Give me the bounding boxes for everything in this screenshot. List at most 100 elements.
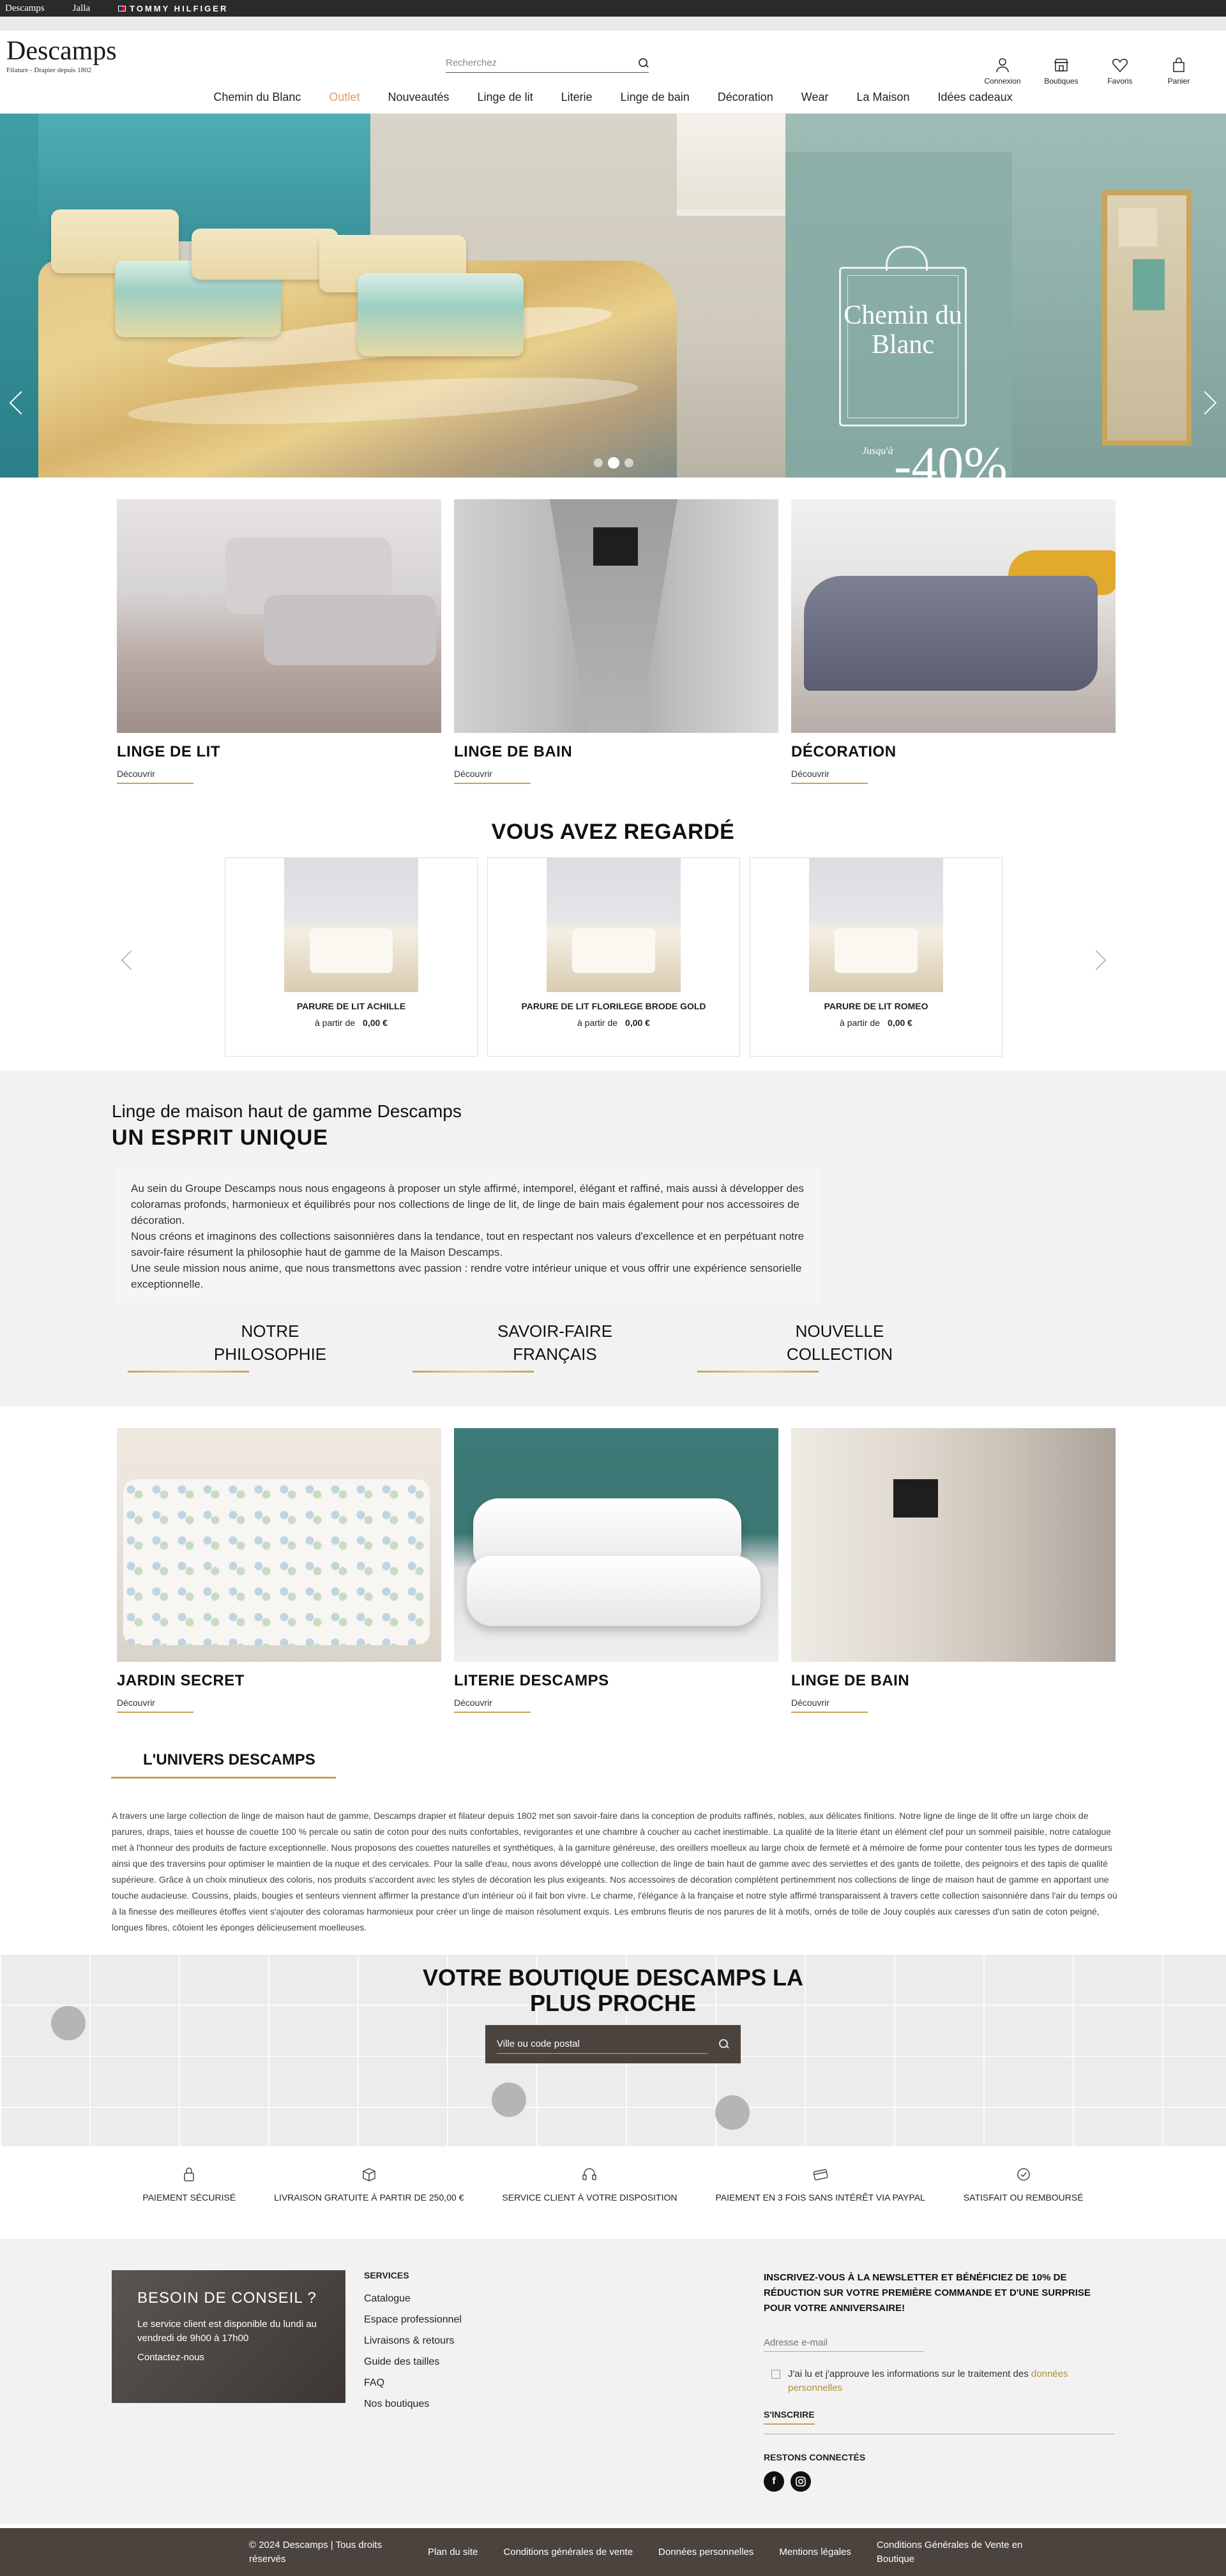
nav-decoration[interactable]: Décoration [704,91,787,104]
recently-viewed-title: VOUS AVEZ REGARDÉ [491,820,735,844]
category-card-linge-de-bain[interactable]: LINGE DE BAIN Découvrir [454,499,778,784]
price-value: 0,00 € [888,1018,912,1028]
social-links: f [764,2471,1115,2492]
sitemap-link[interactable]: Plan du site [428,2545,478,2559]
hero-pagination [594,457,633,469]
discover-link[interactable]: Découvrir [791,1698,868,1713]
nav-outlet[interactable]: Outlet [315,91,374,104]
footer-link-faq[interactable]: FAQ [364,2372,462,2393]
category-image[interactable] [117,499,441,733]
store-cgv-link[interactable]: Conditions Générales de Vente en Boutiqu… [877,2538,1030,2566]
discover-link[interactable]: Découvrir [454,1698,531,1713]
univers-text: A travers une large collection de linge … [112,1811,1117,1932]
footer-link-livraisons[interactable]: Livraisons & retours [364,2330,462,2351]
discover-link[interactable]: Découvrir [117,1698,193,1713]
privacy-link[interactable]: Données personnelles [658,2545,753,2559]
price-prefix: à partir de [315,1018,356,1028]
search-icon[interactable] [639,57,649,68]
product-name[interactable]: PARURE DE LIT ROMEO [750,1001,1002,1011]
category-image[interactable] [791,499,1116,733]
nav-idees-cadeaux[interactable]: Idées cadeaux [924,91,1027,104]
discover-link[interactable]: Découvrir [791,769,868,784]
legal-notice-link[interactable]: Mentions légales [779,2545,851,2559]
favoris-button[interactable]: Favoris [1098,56,1142,86]
advice-text: Le service client est disponible du lund… [137,2319,317,2344]
footer-link-guide-tailles[interactable]: Guide des tailles [364,2351,462,2372]
philosophy-link[interactable]: NOTRE PHILOSOPHIE [128,1320,412,1373]
discover-link[interactable]: Découvrir [117,769,193,784]
search-input[interactable] [446,57,612,68]
logo[interactable]: Descamps Filature - Drapier depuis 1802 [6,37,117,74]
boutiques-button[interactable]: Boutiques [1040,56,1083,86]
instagram-icon[interactable] [791,2471,811,2492]
product-image[interactable] [809,858,943,992]
panier-label: Panier [1167,77,1190,86]
product-card[interactable]: PARURE DE LIT ACHILLE à partir de 0,00 € [225,857,478,1057]
product-name[interactable]: PARURE DE LIT FLORILEGE BRODE GOLD [488,1001,739,1011]
store-search-input[interactable] [497,2035,708,2054]
carousel-next-icon[interactable] [1086,950,1107,970]
brand-link-jalla[interactable]: Jalla [73,3,91,14]
carousel-prev-icon[interactable] [121,950,141,970]
footer-link-espace-pro[interactable]: Espace professionnel [364,2309,462,2330]
savoir-faire-link[interactable]: SAVOIR-FAIRE FRANÇAIS [412,1320,697,1373]
nav-linge-de-bain[interactable]: Linge de bain [607,91,704,104]
collection-image[interactable] [117,1428,441,1662]
facebook-icon[interactable]: f [764,2471,784,2492]
connexion-label: Connexion [984,77,1021,86]
slide-dot-active[interactable] [608,457,619,469]
store-icon [1054,59,1069,72]
category-card-decoration[interactable]: DÉCORATION Découvrir [791,499,1116,784]
services-title: SERVICES [364,2270,409,2280]
product-card[interactable]: PARURE DE LIT FLORILEGE BRODE GOLD à par… [487,857,740,1057]
nav-la-maison[interactable]: La Maison [842,91,923,104]
collection-card-literie[interactable]: LITERIE DESCAMPS Découvrir [454,1428,778,1713]
collection-card-jardin-secret[interactable]: JARDIN SECRET Découvrir [117,1428,441,1713]
brand-story-links: NOTRE PHILOSOPHIE SAVOIR-FAIRE FRANÇAIS … [128,1320,982,1373]
reassurance-label: SERVICE CLIENT À VOTRE DISPOSITION [502,2192,677,2203]
slide-dot[interactable] [594,458,603,467]
main-nav: Chemin du Blanc Outlet Nouveautés Linge … [0,82,1226,114]
slide-dot[interactable] [624,458,633,467]
nav-nouveautes[interactable]: Nouveautés [374,91,463,104]
link-underline [697,1371,819,1373]
contact-link[interactable]: Contactez-nous [137,2352,320,2363]
footer-link-boutiques[interactable]: Nos boutiques [364,2393,462,2414]
category-image[interactable] [454,499,778,733]
product-name[interactable]: PARURE DE LIT ACHILLE [225,1001,477,1011]
nav-wear[interactable]: Wear [787,91,843,104]
services-column: SERVICES Catalogue Espace professionnel … [364,2270,462,2414]
panier-button[interactable]: Panier [1157,56,1200,86]
subscribe-button[interactable]: S'INSCRIRE [764,2409,815,2425]
consent-row: J'ai lu et j'approuve les informations s… [764,2367,1115,2395]
reassurance-item: SERVICE CLIENT À VOTRE DISPOSITION [483,2165,696,2239]
brand-link-descamps[interactable]: Descamps [5,3,45,14]
collection-image[interactable] [791,1428,1116,1662]
category-title: LINGE DE BAIN [454,743,573,760]
promo-prefix: Jusqu'à [862,446,893,456]
brand-link-tommy-hilfiger[interactable]: TOMMY HILFIGER [118,4,228,13]
product-image[interactable] [284,858,418,992]
collection-card-linge-de-bain[interactable]: LINGE DE BAIN Découvrir [791,1428,1116,1713]
univers-heading: L'UNIVERS DESCAMPS [111,1751,336,1779]
category-card-linge-de-lit[interactable]: LINGE DE LIT Découvrir [117,499,441,784]
cgv-link[interactable]: Conditions générales de vente [503,2545,633,2559]
footer-link-catalogue[interactable]: Catalogue [364,2288,462,2309]
product-card[interactable]: PARURE DE LIT ROMEO à partir de 0,00 € [750,857,1003,1057]
new-collection-link[interactable]: NOUVELLE COLLECTION [697,1320,982,1373]
email-field[interactable] [764,2334,923,2352]
connexion-button[interactable]: Connexion [981,56,1024,86]
nav-chemin-du-blanc[interactable]: Chemin du Blanc [199,91,315,104]
consent-checkbox[interactable] [771,2370,780,2379]
price-value: 0,00 € [363,1018,388,1028]
reassurance-item: PAIEMENT EN 3 FOIS SANS INTÉRÊT VIA PAYP… [697,2165,944,2239]
collection-image[interactable] [454,1428,778,1662]
product-image[interactable] [547,858,681,992]
discover-link[interactable]: Découvrir [454,769,531,784]
hero-banner[interactable]: Chemin du Blanc Jusqu'à -40% [0,114,1226,478]
map-pin-icon[interactable] [492,2083,526,2117]
nav-literie[interactable]: Literie [547,91,607,104]
search-icon[interactable] [719,2039,729,2049]
nav-linge-de-lit[interactable]: Linge de lit [464,91,547,104]
map-pin-icon[interactable] [715,2095,750,2130]
